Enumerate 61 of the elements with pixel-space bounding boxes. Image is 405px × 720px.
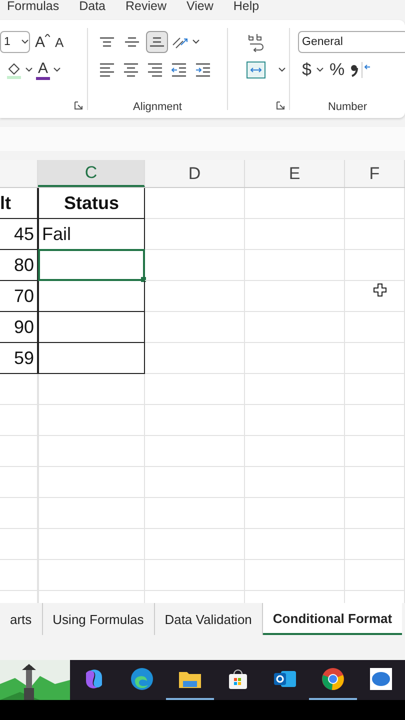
grow-font-button[interactable]: A	[33, 31, 48, 53]
table-cell[interactable]: 80	[0, 250, 38, 281]
align-left-icon	[99, 63, 115, 77]
mail-icon	[273, 668, 298, 690]
currency-button[interactable]: $	[300, 59, 314, 81]
align-top-icon	[99, 37, 115, 47]
dialog-launcher-icon[interactable]	[74, 101, 83, 110]
shrink-font-button[interactable]: A	[53, 31, 66, 53]
font-size-field[interactable]: 1	[0, 31, 30, 53]
shopping-bag-icon	[226, 668, 248, 690]
fill-color-icon[interactable]	[6, 61, 22, 79]
table-cell[interactable]: 45	[0, 219, 38, 250]
table-cell[interactable]: 59	[0, 343, 38, 374]
chat-icon	[369, 667, 394, 691]
orientation-icon[interactable]	[171, 35, 189, 49]
table-cell[interactable]: Fail	[38, 219, 145, 250]
folder-icon	[178, 669, 202, 689]
percent-button[interactable]: %	[327, 59, 347, 81]
table-cell[interactable]: 90	[0, 312, 38, 343]
ribbon-tab[interactable]: Formulas	[7, 0, 60, 13]
table-cell[interactable]	[38, 281, 145, 312]
table-cell[interactable]	[38, 312, 145, 343]
table-cell[interactable]: lt	[0, 188, 38, 219]
table-cell[interactable]: 70	[0, 281, 38, 312]
group-label: Alignment	[133, 101, 182, 113]
column-header[interactable]: F	[345, 160, 405, 187]
align-button[interactable]	[146, 31, 168, 53]
cursor-icon	[373, 283, 387, 297]
browser-icon	[321, 667, 346, 691]
caret-icon	[192, 39, 200, 45]
align-center-icon	[123, 63, 139, 77]
align-right-icon	[147, 63, 163, 77]
caret-icon	[316, 67, 324, 73]
column-header[interactable]: D	[145, 160, 245, 187]
table-cell[interactable]: Status	[38, 188, 145, 219]
ribbon-tab[interactable]: Review	[126, 0, 166, 13]
comma-style-icon[interactable]	[350, 63, 358, 77]
ribbon-tab[interactable]: Help	[233, 0, 260, 13]
ribbon-tab[interactable]: Data	[79, 0, 106, 13]
number-format-field[interactable]: General	[298, 31, 405, 53]
wave-icon	[130, 667, 154, 691]
font-color-button[interactable]: A	[36, 60, 50, 80]
dialog-launcher-icon[interactable]	[276, 101, 285, 110]
align-bottom-icon	[149, 37, 165, 47]
align-outdent-icon	[171, 63, 187, 77]
caret-icon	[53, 67, 62, 73]
group-label: Number	[328, 101, 368, 113]
caret-icon	[278, 67, 286, 73]
wrap-text-icon[interactable]	[246, 32, 264, 52]
increase-decimal-icon[interactable]	[360, 62, 371, 78]
up-caret-icon	[45, 34, 50, 37]
sheet-tab[interactable]: Conditional Format	[262, 603, 402, 635]
column-header[interactable]: C	[38, 160, 145, 187]
align-middle-icon	[124, 37, 140, 47]
merge-cells-icon[interactable]	[246, 61, 266, 79]
column-header[interactable]: E	[245, 160, 345, 187]
ribbon-tab[interactable]: View	[186, 0, 214, 13]
table-cell[interactable]	[38, 343, 145, 374]
caret-icon	[25, 67, 33, 73]
align-indent-icon	[195, 63, 211, 77]
caret-icon	[21, 39, 29, 45]
